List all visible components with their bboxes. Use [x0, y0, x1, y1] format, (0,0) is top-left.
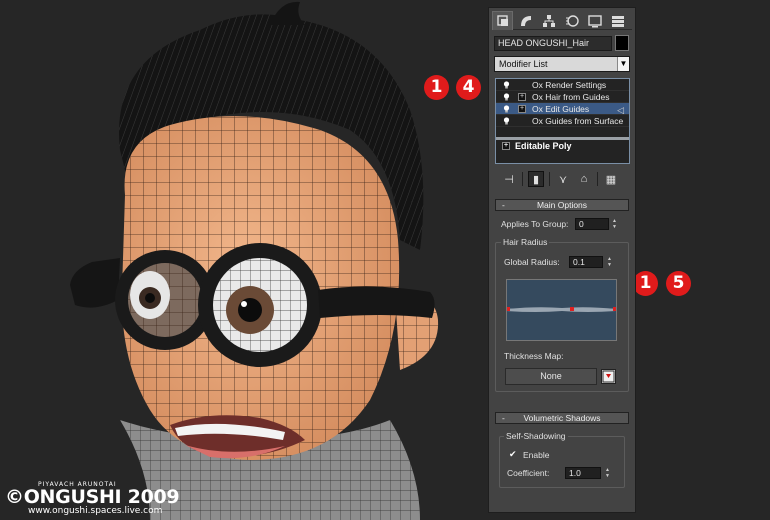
enable-label: Enable — [523, 450, 550, 460]
enable-checkbox[interactable]: ✔ — [509, 450, 518, 459]
thickness-map-button[interactable]: None — [505, 368, 597, 385]
stack-item-ox-hair-from-guides[interactable]: + Ox Hair from Guides — [496, 91, 629, 103]
stack-item-ox-render-settings[interactable]: Ox Render Settings — [496, 79, 629, 91]
curve-point-end[interactable] — [613, 307, 617, 311]
tab-modify[interactable] — [515, 11, 536, 30]
step-badge-5: 5 — [666, 271, 691, 296]
object-name-field[interactable]: HEAD ONGUSHI_Hair — [494, 36, 612, 51]
stack-base-label: Editable Poly — [515, 141, 572, 151]
spinner-arrows-icon[interactable]: ▲ ▼ — [604, 467, 611, 479]
lightbulb-icon[interactable] — [503, 81, 510, 89]
tab-utilities[interactable] — [607, 11, 628, 30]
utilities-icon — [611, 15, 624, 27]
stack-item-label: Ox Render Settings — [532, 80, 607, 90]
tab-hierarchy[interactable] — [538, 11, 559, 30]
stack-item-editable-poly[interactable]: + Editable Poly — [496, 140, 629, 153]
character-render — [70, 1, 439, 520]
watermark-url: www.ongushi.spaces.live.com — [28, 506, 163, 516]
hierarchy-icon — [542, 14, 555, 27]
pin-stack-icon[interactable]: ⊣ — [501, 171, 517, 187]
stack-item-label: Ox Hair from Guides — [532, 92, 610, 102]
rollout-main-options[interactable]: - Main Options — [495, 199, 629, 211]
collapse-minus-icon: - — [502, 200, 505, 210]
curve-point-start[interactable] — [506, 307, 510, 311]
configure-modifier-sets-icon[interactable]: ▦ — [603, 171, 619, 187]
step-badge-1: 1 — [424, 75, 449, 100]
stack-item-label: Ox Edit Guides — [532, 104, 590, 114]
global-radius-label: Global Radius: — [504, 257, 560, 267]
dropdown-arrow-icon[interactable]: ▼ — [617, 57, 629, 71]
tab-create[interactable] — [492, 11, 513, 30]
motion-icon — [565, 14, 579, 27]
collapse-minus-icon: - — [502, 413, 505, 423]
lightbulb-icon[interactable] — [503, 117, 510, 125]
show-end-result-icon[interactable]: ▮ — [528, 171, 544, 187]
self-shadowing-title: Self-Shadowing — [504, 431, 568, 441]
applies-to-group-label: Applies To Group: — [501, 219, 569, 229]
map-toggle-button[interactable] — [601, 369, 616, 384]
rollout-title: Main Options — [536, 200, 588, 210]
panel-tabs — [492, 11, 632, 30]
rollout-volumetric-shadows[interactable]: - Volumetric Shadows — [495, 412, 629, 424]
step-badge-1b: 1 — [633, 271, 658, 296]
command-panel: HEAD ONGUSHI_Hair Modifier List ▼ Ox Ren… — [488, 7, 636, 513]
thickness-map-label: Thickness Map: — [504, 351, 564, 361]
tab-display[interactable] — [584, 11, 605, 30]
modify-icon — [520, 15, 531, 26]
modifier-list-label: Modifier List — [499, 59, 548, 69]
map-icon — [602, 370, 615, 383]
make-unique-icon[interactable]: ⋎ — [555, 171, 571, 187]
expand-plus-icon[interactable]: + — [502, 142, 510, 150]
spinner-arrows-icon[interactable]: ▲ ▼ — [606, 256, 613, 268]
display-icon — [587, 14, 602, 27]
radius-curve — [506, 307, 617, 312]
coefficient-label: Coefficient: — [507, 468, 550, 478]
stack-toolbar: ⊣ ▮ ⋎ ⌂ ▦ — [501, 171, 627, 187]
stack-item-ox-guides-from-surface[interactable]: Ox Guides from Surface — [496, 115, 629, 127]
radius-curve-editor[interactable] — [506, 279, 617, 341]
rollout-title: Volumetric Shadows — [523, 413, 601, 423]
hair-radius-title: Hair Radius — [501, 237, 550, 247]
modifier-list-dropdown[interactable]: Modifier List ▼ — [494, 56, 630, 72]
curve-point-mid[interactable] — [570, 307, 574, 311]
applies-to-group-input[interactable]: 0 — [575, 218, 609, 230]
viewport[interactable]: PIYAVACH ARUNOTAI ©ONGUSHI 2009 www.ongu… — [0, 0, 488, 520]
remove-modifier-icon[interactable]: ⌂ — [576, 171, 592, 187]
expand-plus-icon[interactable]: + — [518, 93, 526, 101]
stack-item-ox-edit-guides[interactable]: + Ox Edit Guides ◁ — [496, 103, 629, 115]
stack-item-label: Ox Guides from Surface — [532, 116, 624, 126]
lightbulb-icon[interactable] — [503, 93, 510, 101]
tab-motion[interactable] — [561, 11, 582, 30]
coefficient-input[interactable]: 1.0 — [565, 467, 601, 479]
expand-plus-icon[interactable]: + — [518, 105, 526, 113]
watermark-logo: ©ONGUSHI 2009 — [5, 486, 180, 508]
create-icon — [496, 15, 508, 26]
lightbulb-icon[interactable] — [503, 105, 510, 113]
object-color-swatch[interactable] — [615, 35, 629, 51]
self-shadowing-group — [499, 436, 625, 488]
spinner-arrows-icon[interactable]: ▲ ▼ — [611, 218, 618, 230]
modifier-stack: Ox Render Settings + Ox Hair from Guides… — [495, 78, 630, 164]
global-radius-input[interactable]: 0.1 — [569, 256, 603, 268]
step-badge-4: 4 — [456, 75, 481, 100]
